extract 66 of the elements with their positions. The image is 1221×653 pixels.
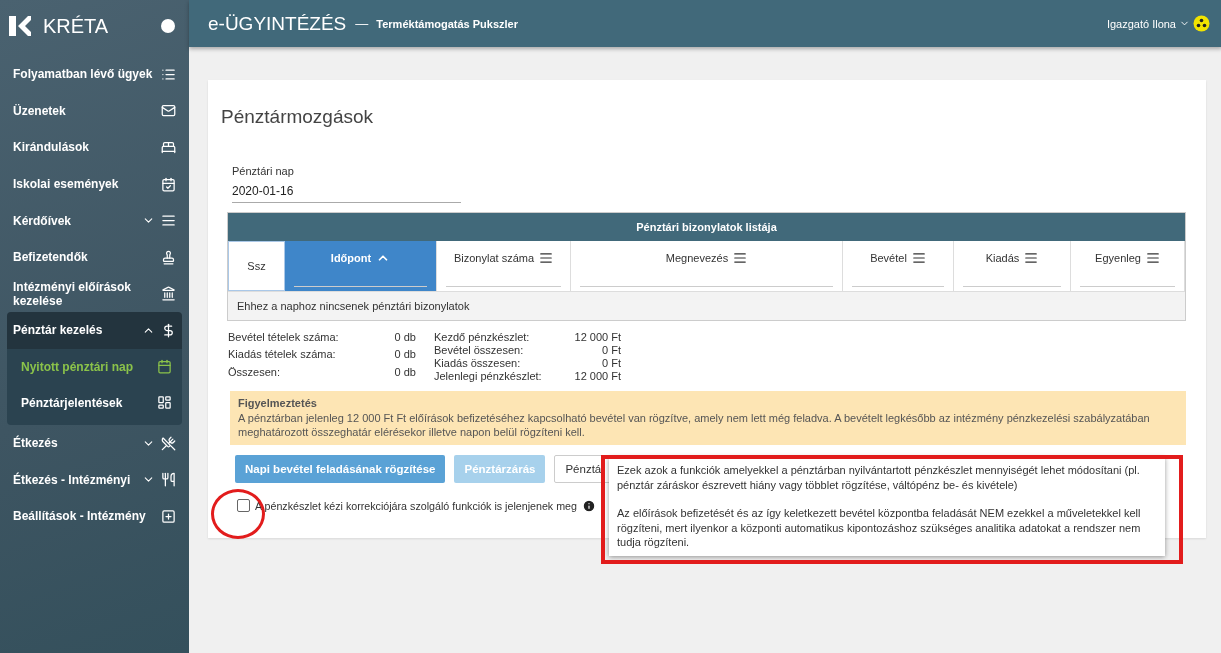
user-menu[interactable]: Igazgató Ilona bbox=[1106, 17, 1190, 30]
summary-label: Kiadás összesen: bbox=[434, 357, 522, 369]
sidebar-item[interactable]: Kirándulások bbox=[0, 129, 189, 166]
sort-icon bbox=[733, 251, 748, 265]
summary-label: Kiadás tételek száma: bbox=[228, 348, 337, 363]
bank-icon bbox=[161, 286, 176, 302]
calendar-icon bbox=[157, 359, 172, 375]
stamp-icon bbox=[161, 249, 176, 265]
app-subtitle: Terméktámogatás Pukszler bbox=[376, 17, 519, 30]
warning-text: A pénztárban jelenleg 12 000 Ft Ft előírások befizetéséhez kapcsolható bevétel van rögzítve, amely nem lett még feladva. A bevételt legkésőbb az intézmény pénzkezelési szabályzatában meghatározott összeghatár elérésekor illetve napon belül rögzíteni kell. bbox=[238, 410, 1151, 440]
mail-icon bbox=[161, 103, 176, 119]
sidebar-item[interactable]: Befizetendők bbox=[0, 238, 189, 276]
column-header: Ssz bbox=[228, 241, 285, 291]
sort-icon bbox=[1145, 251, 1160, 265]
logo-icon bbox=[9, 16, 31, 36]
warning-title: Figyelmeztetés bbox=[238, 396, 318, 411]
empty-message: Ehhez a naphoz nincsenek pénztári bizonylatok bbox=[228, 291, 1185, 320]
sort-icon bbox=[911, 251, 926, 265]
info-icon[interactable] bbox=[582, 498, 596, 513]
sidebar-item[interactable]: Pénztár kezelés bbox=[7, 312, 182, 349]
sidebar-item[interactable]: Iskolai események bbox=[0, 165, 189, 203]
summary-value: 12 000 Ft bbox=[573, 370, 621, 382]
app-title: e-ÜGYINTÉZÉS bbox=[208, 12, 347, 35]
title-separator: — bbox=[355, 16, 369, 31]
cutlery-icon bbox=[161, 435, 176, 451]
page-title: Pénztármozgások bbox=[221, 106, 375, 128]
fork-knife-icon bbox=[161, 472, 176, 488]
dollar-icon bbox=[161, 322, 176, 338]
summary-value: 0 Ft bbox=[601, 357, 621, 369]
sidebar-item[interactable]: Folyamatban lévő ügyek bbox=[0, 56, 189, 93]
column-header[interactable]: Időpont bbox=[285, 241, 437, 291]
sidebar-item[interactable]: Étkezés bbox=[0, 424, 189, 462]
sort-icon bbox=[539, 251, 554, 265]
sort-icon bbox=[1024, 251, 1039, 265]
brand-name: KRÉTA bbox=[43, 14, 110, 38]
highlight-circle bbox=[211, 489, 265, 539]
tooltip-text: Ezek azok a funkciók amelyekkel a pénztárban nyilvántartott pénzkészlet mennyiségét lehet módosítani (pl. pénztár záráskor észrevett hiány vagy többlet rögzítése, váltópénz be- és kivétele) bbox=[617, 463, 1141, 492]
sidebar-item[interactable]: Kérdőívek bbox=[0, 202, 189, 239]
sidebar-item[interactable]: Üzenetek bbox=[0, 92, 189, 130]
summary-label: Kezdő pénzkészlet: bbox=[434, 331, 531, 343]
sidebar-subitem[interactable]: Nyitott pénztári nap bbox=[7, 348, 182, 385]
summary-value: 0 db bbox=[393, 331, 416, 345]
sidebar-item[interactable]: Intézményi előírások kezelése bbox=[0, 275, 189, 313]
summary-label: Bevétel tételek száma: bbox=[228, 331, 340, 345]
status-dot bbox=[161, 19, 175, 33]
plus-square-icon bbox=[161, 508, 176, 524]
bed-icon bbox=[161, 140, 176, 155]
tooltip-text: Az előírások befizetését és az így keletkezett bevétel központba feladását NEM ezekkel a műveletekkel kell rögzíteni, mert ilyenkor a központi automatikus kipontozáshoz szükséges analitika adatokat a rendszer nem tudja rögzíteni. bbox=[617, 506, 1142, 550]
summary-value: 0 db bbox=[393, 365, 416, 380]
lines-icon bbox=[161, 213, 176, 229]
summary-value: 0 Ft bbox=[601, 344, 621, 356]
table-icon bbox=[157, 395, 172, 411]
sidebar-item[interactable]: Étkezés - Intézményi bbox=[0, 461, 189, 498]
summary-value: 0 db bbox=[393, 348, 416, 363]
accessibility-icon[interactable] bbox=[1193, 15, 1210, 32]
summary-label: Jelenlegi pénzkészlet: bbox=[434, 370, 543, 382]
date-field[interactable]: Pénztári nap 2020-01-16 bbox=[232, 165, 461, 203]
summary-label: Bevétel összesen: bbox=[434, 344, 525, 356]
table-title: Pénztári bizonylatok listája bbox=[228, 213, 1185, 241]
summary-label: Összesen: bbox=[228, 365, 281, 380]
checkbox[interactable] bbox=[237, 499, 250, 512]
calendar-icon bbox=[161, 176, 176, 192]
list-icon bbox=[161, 66, 176, 82]
sidebar-item[interactable]: Beállítások - Intézmény bbox=[0, 497, 189, 535]
sidebar-subitem[interactable]: Pénztárjelentések bbox=[7, 384, 182, 421]
summary-value: 12 000 Ft bbox=[573, 331, 621, 343]
